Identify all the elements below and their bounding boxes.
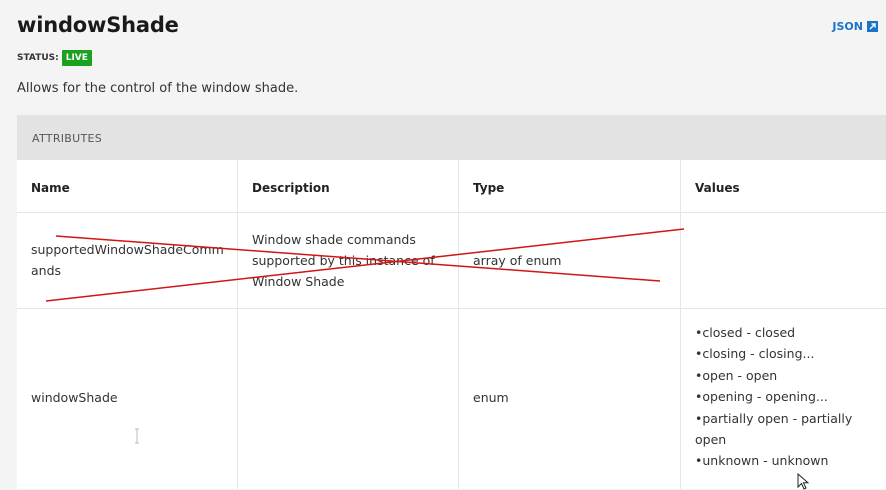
page: windowShade JSON STATUS: LIVE Allows for… bbox=[0, 0, 886, 490]
page-title: windowShade bbox=[17, 13, 179, 37]
attribute-values-list: closed - closed closing - closing... ope… bbox=[695, 322, 875, 472]
attribute-name: supportedWindowShadeComm ands bbox=[31, 242, 224, 278]
value-item: closing - closing... bbox=[695, 343, 875, 364]
json-link-label[interactable]: JSON bbox=[832, 20, 863, 33]
table-row: windowShade enum closed - closed closing… bbox=[17, 308, 886, 489]
value-item: closed - closed bbox=[695, 322, 875, 343]
attribute-description: Window shade commands supported by this … bbox=[252, 232, 435, 289]
attribute-type: array of enum bbox=[473, 253, 562, 268]
status-label: STATUS: bbox=[17, 53, 59, 63]
capability-description: Allows for the control of the window sha… bbox=[17, 81, 299, 96]
status-badge: LIVE bbox=[61, 50, 92, 66]
text-cursor-icon bbox=[135, 428, 139, 444]
table-header-row: Name Description Type Values bbox=[17, 160, 886, 213]
mouse-pointer-icon bbox=[797, 473, 810, 490]
column-header-description: Description bbox=[252, 181, 330, 195]
json-link[interactable]: JSON bbox=[832, 20, 878, 33]
column-header-values: Values bbox=[695, 181, 740, 195]
column-header-type: Type bbox=[473, 181, 505, 195]
attributes-table: ATTRIBUTES Name Description Type Values … bbox=[17, 115, 886, 489]
attribute-name: windowShade bbox=[31, 390, 118, 405]
external-link-icon[interactable] bbox=[867, 21, 878, 32]
value-item: partially open - partially open bbox=[695, 408, 875, 451]
table-row: supportedWindowShadeComm ands Window sha… bbox=[17, 212, 886, 309]
value-item: open - open bbox=[695, 365, 875, 386]
attribute-type: enum bbox=[473, 390, 509, 405]
value-item: unknown - unknown bbox=[695, 450, 875, 471]
value-item: opening - opening... bbox=[695, 386, 875, 407]
column-header-name: Name bbox=[31, 181, 70, 195]
attributes-header: ATTRIBUTES bbox=[17, 115, 886, 160]
status: STATUS: LIVE bbox=[17, 50, 92, 66]
attributes-header-label: ATTRIBUTES bbox=[32, 132, 103, 145]
